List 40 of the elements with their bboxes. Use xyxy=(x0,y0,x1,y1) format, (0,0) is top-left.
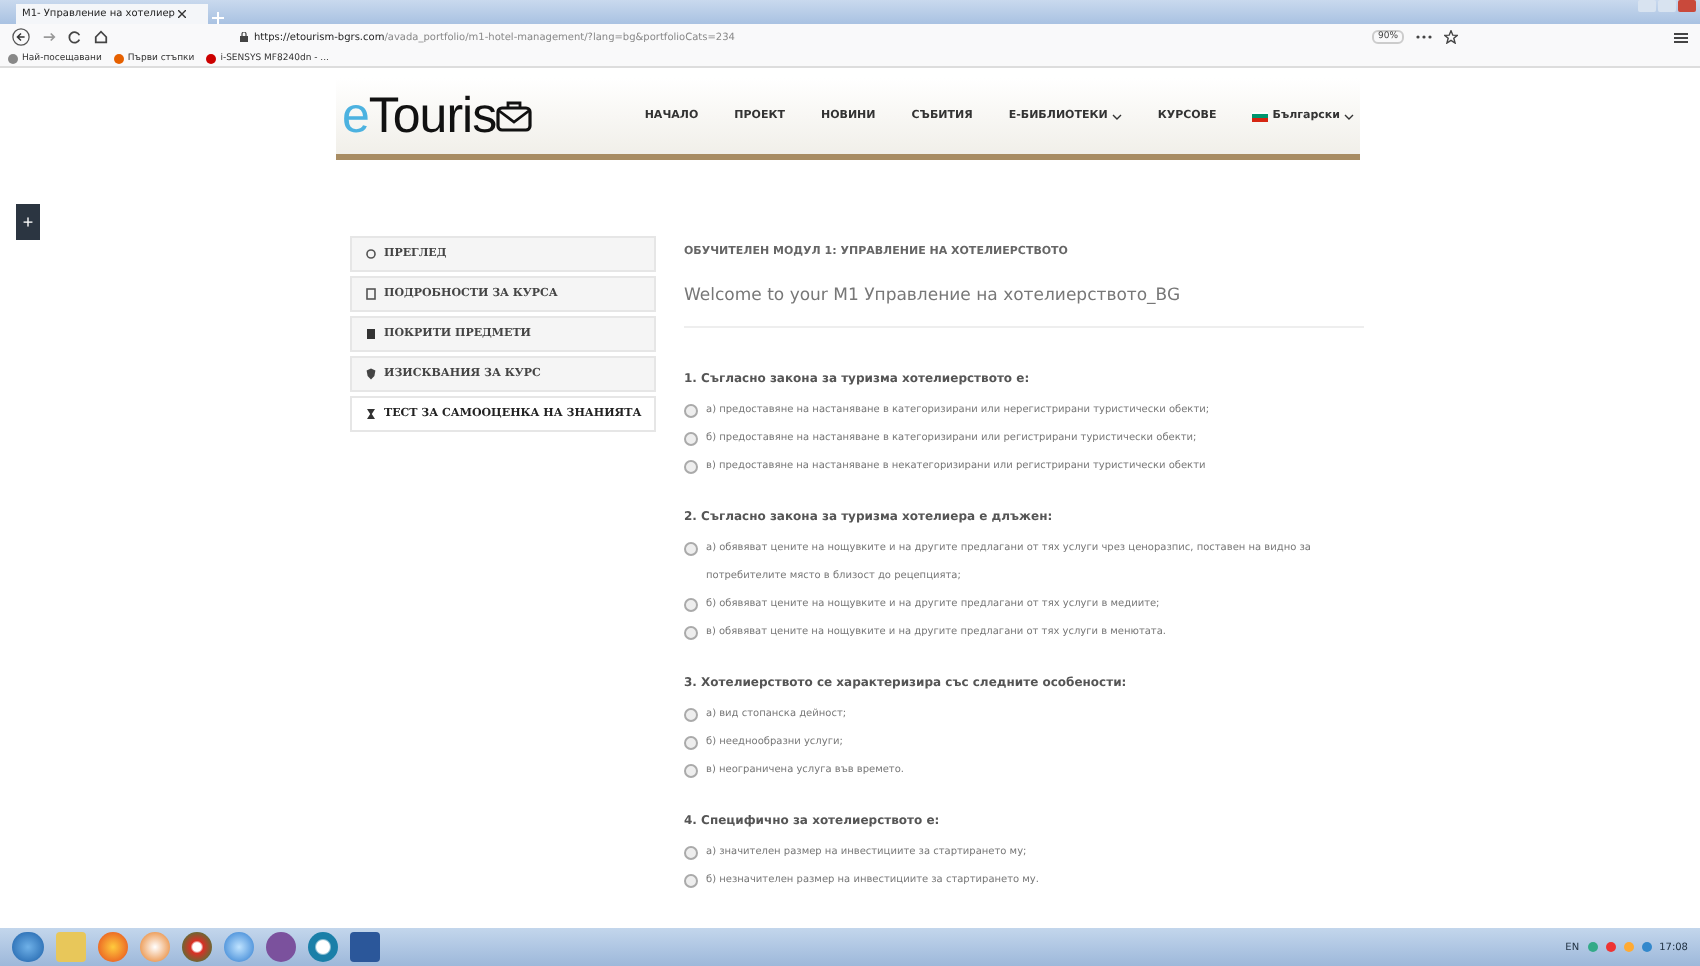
chevron-down-icon xyxy=(1344,113,1354,119)
star-icon[interactable] xyxy=(1444,30,1459,44)
shield-icon xyxy=(366,368,376,380)
media-icon[interactable] xyxy=(140,932,170,962)
radio-button[interactable] xyxy=(684,874,698,888)
close-icon[interactable] xyxy=(178,10,187,18)
suitcase-icon xyxy=(496,100,533,132)
back-icon[interactable] xyxy=(12,28,30,46)
menu-icon[interactable] xyxy=(1674,31,1688,43)
chevron-down-icon xyxy=(1111,113,1122,119)
radio-button[interactable] xyxy=(684,460,698,474)
document-icon xyxy=(366,288,376,300)
more-icon[interactable] xyxy=(1416,34,1433,40)
start-button[interactable] xyxy=(12,932,44,962)
radio-button[interactable] xyxy=(684,764,698,778)
radio-button[interactable] xyxy=(684,404,698,418)
radio-button[interactable] xyxy=(684,598,698,612)
forward-icon[interactable] xyxy=(42,30,56,44)
app-icon[interactable] xyxy=(308,932,338,962)
reload-icon[interactable] xyxy=(68,30,82,44)
browser-icon[interactable] xyxy=(182,932,212,962)
document-icon[interactable] xyxy=(350,932,380,962)
radio-button[interactable] xyxy=(684,432,698,446)
hourglass-icon xyxy=(366,408,376,420)
chat-icon[interactable] xyxy=(266,932,296,962)
close-button[interactable] xyxy=(1678,0,1696,12)
site-logo[interactable]: eTouris xyxy=(342,87,533,145)
lock-icon xyxy=(240,32,248,42)
radio-button[interactable] xyxy=(684,736,698,750)
radio-button[interactable] xyxy=(684,708,698,722)
refresh-icon xyxy=(366,248,376,260)
radio-button[interactable] xyxy=(684,542,698,556)
home-icon[interactable] xyxy=(94,30,108,44)
quiz-title: Welcome to your M1 Управление на хотелиерството_BG xyxy=(684,286,1364,328)
sidebar-toggle-button[interactable]: + xyxy=(16,204,40,240)
flag-icon xyxy=(1252,111,1269,121)
radio-button[interactable] xyxy=(684,846,698,860)
new-tab-icon[interactable] xyxy=(212,12,224,24)
book-icon xyxy=(366,328,376,340)
radio-button[interactable] xyxy=(684,626,698,640)
